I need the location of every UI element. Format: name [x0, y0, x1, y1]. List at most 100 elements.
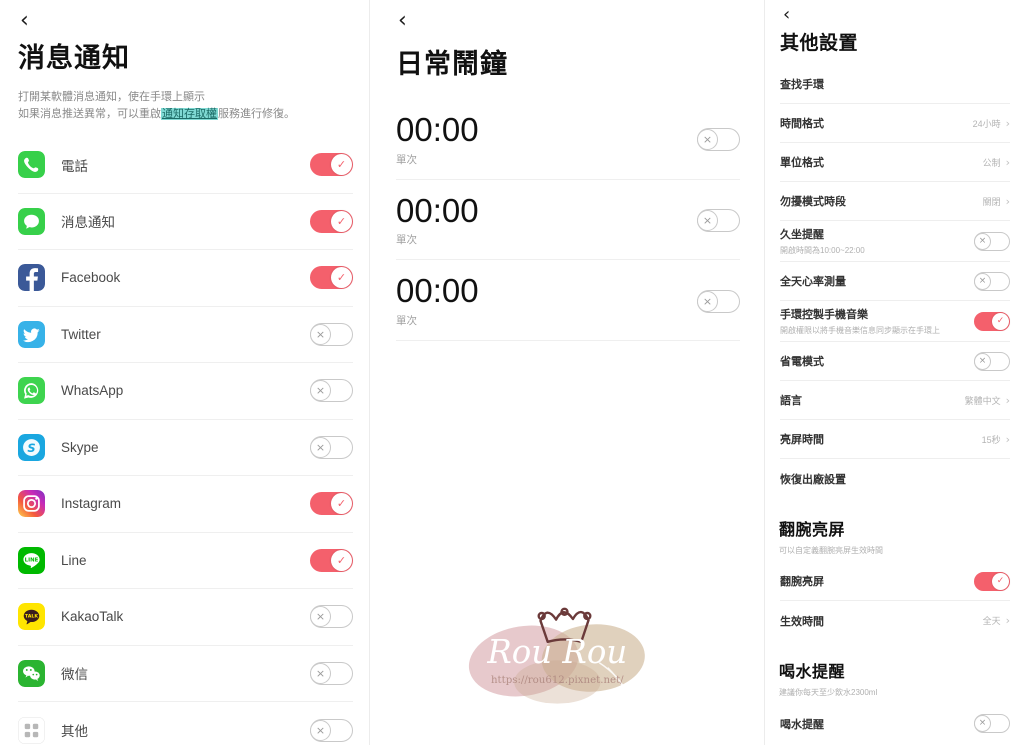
toggle-knob: × [697, 209, 718, 231]
watermark-url: https://rou612.pixnet.net/ [491, 675, 624, 686]
svg-text:S: S [27, 441, 35, 455]
setting-label: 手環控製手機音樂 [780, 309, 868, 321]
toggle-switch[interactable]: ✓ [974, 311, 1010, 331]
setting-row[interactable]: 手環控製手機音樂 開啟權限以將手機音樂信息同步顯示在手環上 ✓ [780, 301, 1010, 342]
toggle-switch[interactable]: ✓ [310, 153, 353, 177]
toggle-switch[interactable]: × [697, 128, 740, 152]
toggle-switch[interactable]: × [974, 714, 1010, 733]
page-description: 打開某軟體消息通知，使在手環上顯示 如果消息推送異常，可以重啟通知存取權服務進行… [18, 89, 353, 123]
setting-row[interactable]: 久坐提醒 開啟時間為10:00~22:00 × [780, 221, 1010, 262]
setting-row[interactable]: 語言 繁體中文 › [780, 381, 1010, 420]
toggle-switch[interactable]: ✓ [310, 548, 353, 572]
setting-text: 恢復出廠設置 [780, 471, 1010, 487]
phone-icon [18, 151, 45, 179]
notifications-screen: ‹ 消息通知 打開某軟體消息通知，使在手環上顯示 如果消息推送異常，可以重啟通知… [0, 0, 369, 745]
toggle-switch[interactable]: × [310, 322, 353, 346]
toggle-switch[interactable]: × [310, 379, 353, 403]
chevron-right-icon: › [1005, 155, 1010, 169]
setting-row[interactable]: 生效時間 全天 › [780, 601, 1010, 640]
toggle-glyph: ✓ [336, 158, 347, 172]
setting-label: 久坐提醒 [780, 229, 824, 241]
page-title: 其他設置 [780, 33, 859, 54]
app-notification-row[interactable]: Twitter × [18, 307, 353, 364]
toggle-knob: ✓ [331, 549, 352, 571]
setting-row[interactable]: 勿擾模式時段 關閉 › [780, 182, 1010, 221]
alarm-row[interactable]: 00:00 單次 × [396, 99, 740, 180]
setting-text: 查找手環 [780, 76, 1010, 92]
app-notification-row[interactable]: 電話 ✓ [18, 137, 353, 194]
twitter-icon [18, 320, 45, 348]
setting-label: 查找手環 [780, 79, 824, 91]
back-button[interactable]: ‹ [779, 0, 794, 24]
toggle-glyph: ✓ [996, 315, 1005, 326]
facebook-icon [18, 264, 45, 292]
setting-row[interactable]: 時間格式 24小時 › [780, 104, 1010, 143]
toggle-knob: × [310, 719, 331, 741]
section-title: 喝水提醒 [779, 664, 846, 681]
toggle-glyph: × [702, 294, 713, 308]
setting-label: 亮屏時間 [780, 434, 824, 446]
toggle-glyph: × [315, 723, 326, 737]
section-subtitle: 可以自定義翻腕亮屏生效時間 [779, 546, 883, 555]
skype-icon: S [18, 433, 45, 461]
other-settings-screen: ‹ 其他設置 查找手環 時間格式 24小時 › 單位格式 公制 › 勿擾模式時段… [765, 0, 1024, 745]
setting-label: 全天心率測量 [780, 276, 846, 288]
setting-text: 生效時間 [780, 613, 983, 629]
setting-value: 24小時 [972, 118, 1001, 129]
svg-text:LINE: LINE [25, 558, 39, 564]
toggle-glyph: × [702, 213, 713, 227]
setting-row[interactable]: 查找手環 [780, 65, 1010, 104]
toggle-switch[interactable]: × [697, 208, 740, 232]
toggle-glyph: × [702, 133, 713, 147]
toggle-glyph: ✓ [336, 497, 347, 511]
wechat-icon [18, 659, 45, 687]
toggle-switch[interactable]: ✓ [310, 492, 353, 516]
toggle-switch[interactable]: × [974, 271, 1010, 291]
back-button[interactable]: ‹ [394, 0, 411, 32]
app-notification-row[interactable]: 其他 × [18, 702, 353, 745]
toggle-switch[interactable]: × [310, 605, 353, 629]
toggle-switch[interactable]: × [310, 435, 353, 459]
wrist-section-header: 翻腕亮屏 可以自定義翻腕亮屏生效時間 [779, 516, 1010, 556]
setting-value: 繁體中文 [964, 395, 1001, 406]
setting-row[interactable]: 亮屏時間 15秒 › [780, 420, 1010, 459]
setting-row[interactable]: 翻腕亮屏 ✓ [780, 562, 1010, 601]
toggle-glyph: × [315, 384, 326, 398]
setting-row[interactable]: 全天心率測量 × [780, 262, 1010, 301]
toggle-switch[interactable]: ✓ [974, 571, 1010, 591]
app-name-label: WhatsApp [61, 383, 124, 399]
alarm-list: 00:00 單次 × 00:00 單次 × 00:00 單次 × [394, 99, 740, 341]
alarm-time: 00:00 [396, 191, 479, 229]
app-notification-row[interactable]: 消息通知 ✓ [18, 194, 353, 251]
setting-row[interactable]: 單位格式 公制 › [780, 143, 1010, 182]
toggle-switch[interactable]: ✓ [310, 209, 353, 233]
toggle-switch[interactable]: × [974, 351, 1010, 371]
setting-row[interactable]: 喝水提醒 × [780, 704, 1010, 743]
back-button[interactable]: ‹ [16, 0, 33, 32]
toggle-switch[interactable]: × [310, 718, 353, 742]
alarm-row[interactable]: 00:00 單次 × [396, 260, 740, 341]
toggle-knob: ✓ [331, 493, 352, 515]
toggle-switch[interactable]: ✓ [310, 266, 353, 290]
app-notification-row[interactable]: S Skype × [18, 420, 353, 477]
alarm-time: 00:00 [396, 111, 479, 148]
setting-label: 語言 [780, 395, 802, 407]
app-notification-row[interactable]: TALK KakaoTalk × [18, 589, 353, 646]
app-notification-row[interactable]: Facebook ✓ [18, 250, 353, 307]
alarm-row[interactable]: 00:00 單次 × [396, 180, 740, 261]
toggle-switch[interactable]: × [974, 231, 1010, 251]
notification-access-link[interactable]: 通知存取權 [161, 108, 218, 121]
app-notification-row[interactable]: LINE Line ✓ [18, 533, 353, 590]
setting-row[interactable]: 省電模式 × [780, 342, 1010, 381]
settings-list: 查找手環 時間格式 24小時 › 單位格式 公制 › 勿擾模式時段 關閉 › 久… [779, 65, 1010, 498]
setting-value: 全天 [982, 616, 1001, 626]
toggle-switch[interactable]: × [697, 289, 740, 313]
app-notification-row[interactable]: WhatsApp × [18, 363, 353, 420]
toggle-switch[interactable]: × [310, 661, 353, 685]
app-notification-row[interactable]: Instagram ✓ [18, 476, 353, 533]
setting-row[interactable]: 恢復出廠設置 [780, 459, 1010, 498]
toggle-glyph: × [978, 275, 987, 286]
app-name-label: 消息通知 [61, 215, 115, 231]
app-notification-row[interactable]: 微信 × [18, 646, 353, 703]
alarm-screen: ‹ 日常鬧鐘 00:00 單次 × 00:00 單次 × 00:00 單次 × [369, 0, 765, 745]
